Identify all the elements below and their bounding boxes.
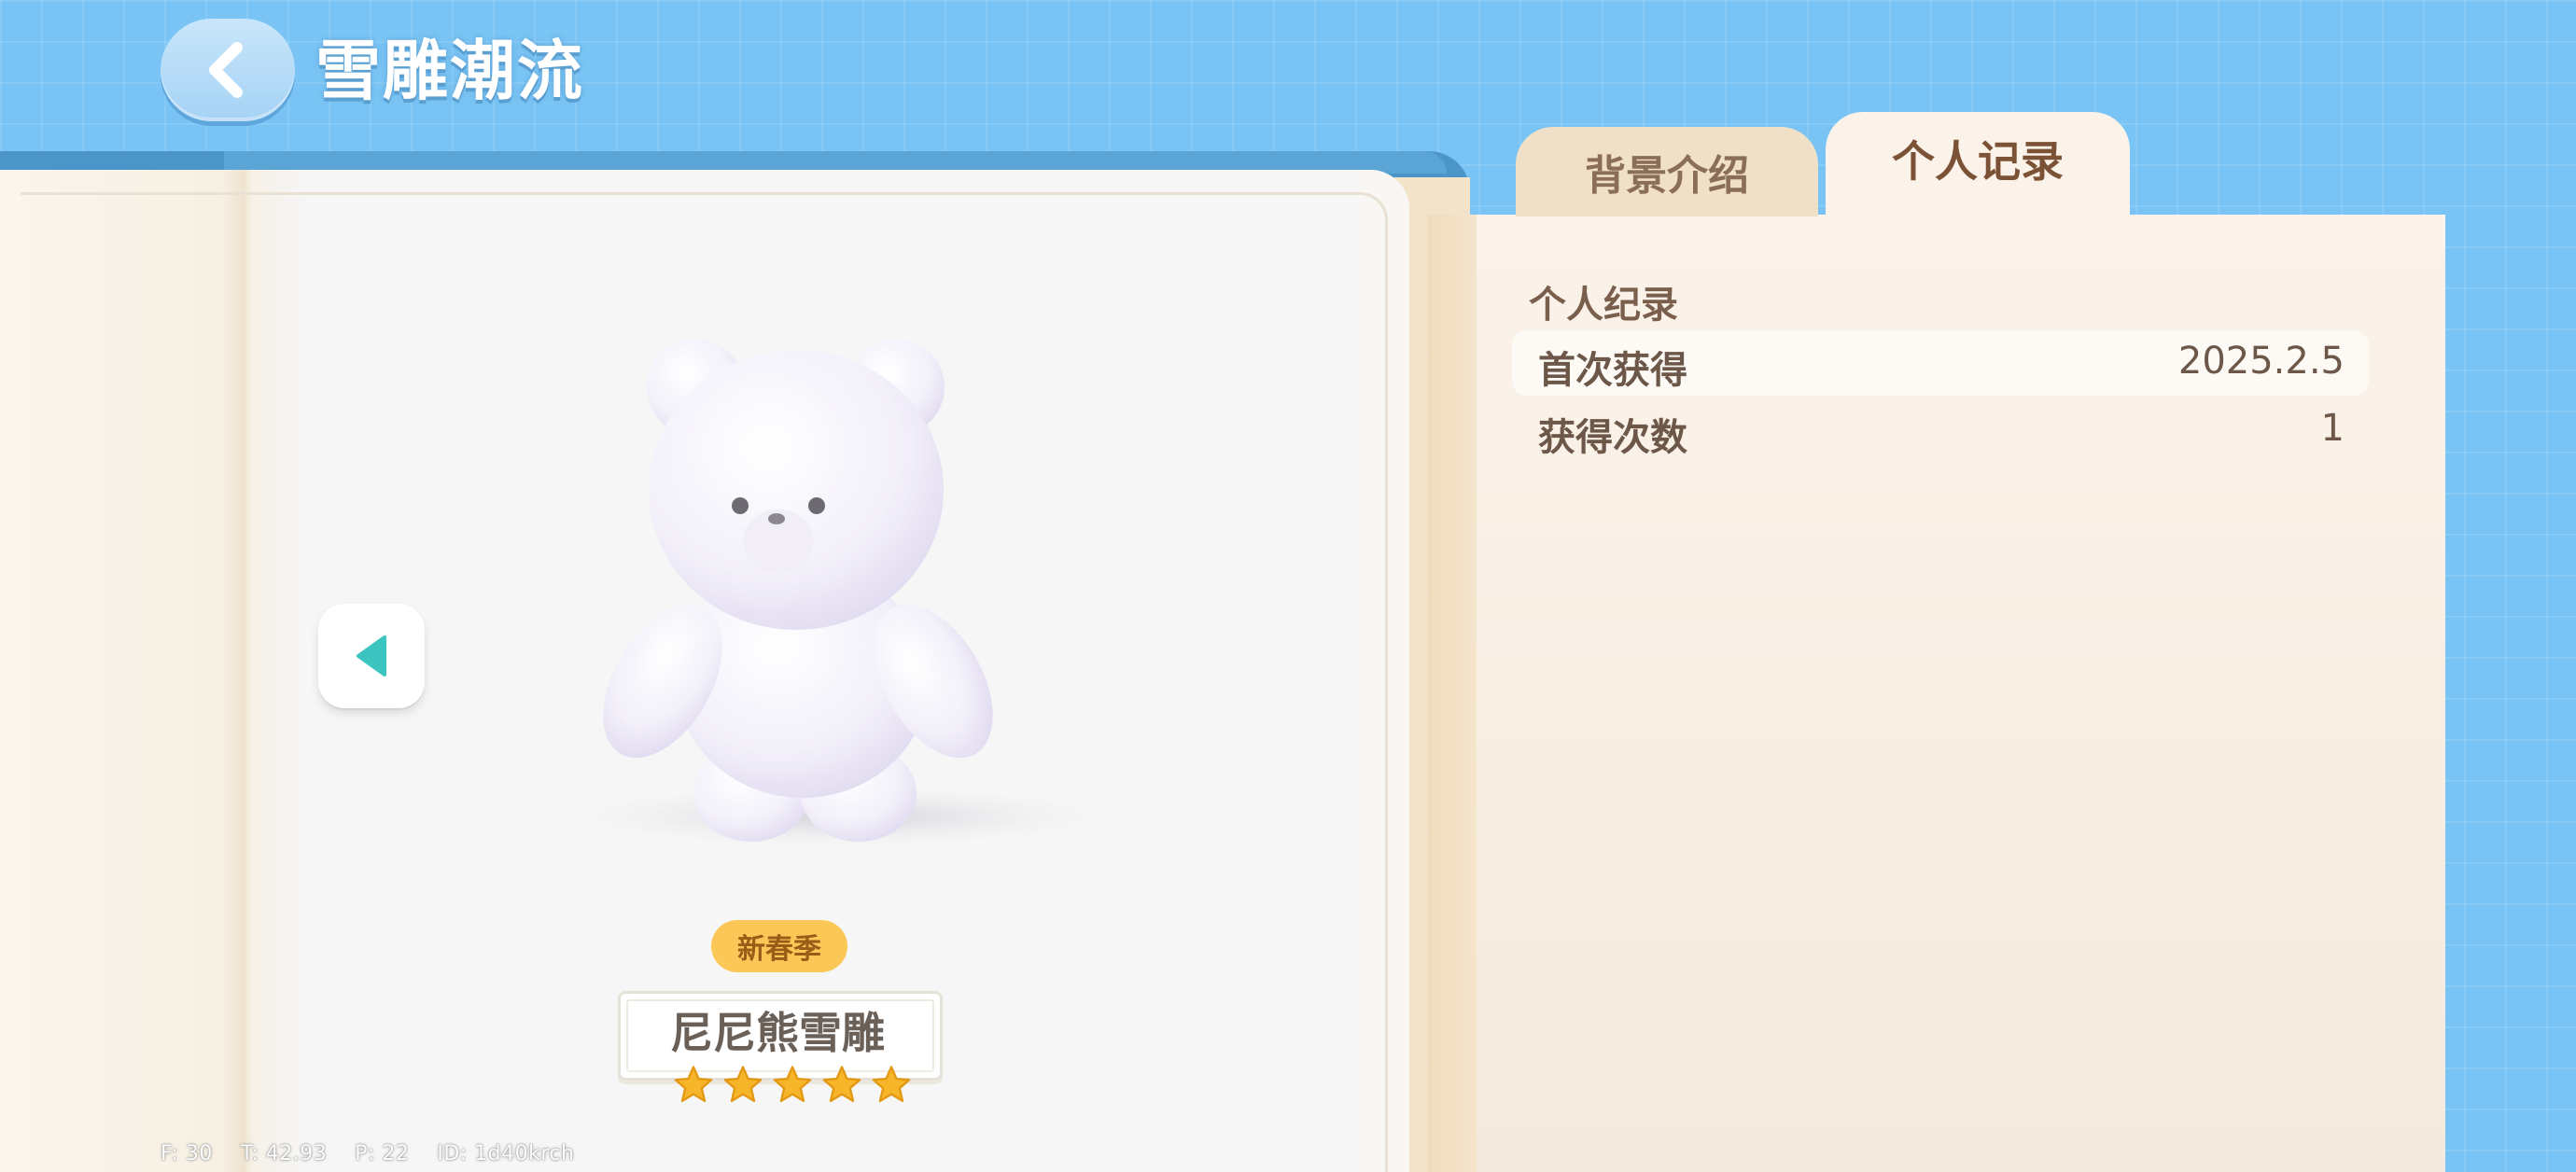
obtain-count-label: 获得次数 xyxy=(1538,416,1687,459)
debug-info: F: 30 T: 42.93 P: 22 ID: 1d40krch xyxy=(161,1142,575,1165)
back-button[interactable] xyxy=(161,19,295,121)
chevron-left-icon xyxy=(209,42,243,98)
star-icon xyxy=(723,1066,763,1103)
item-name: 尼尼熊雪雕 xyxy=(670,1008,885,1058)
previous-item-button[interactable] xyxy=(318,604,425,708)
page-title: 雪雕潮流 xyxy=(315,33,584,109)
rarity-stars xyxy=(672,1064,913,1110)
star-icon xyxy=(872,1066,911,1103)
first-obtained-label: 首次获得 xyxy=(1538,349,1687,392)
first-obtained-value: 2025.2.5 xyxy=(2177,340,2345,383)
obtain-count-value: 1 xyxy=(2320,407,2345,450)
star-icon xyxy=(822,1066,861,1103)
tab-background-intro[interactable]: 背景介绍 xyxy=(1516,127,1818,216)
star-icon xyxy=(773,1066,812,1103)
season-badge: 新春季 xyxy=(711,920,847,972)
star-icon xyxy=(674,1066,713,1103)
triangle-left-icon xyxy=(357,635,386,677)
snow-bear-sculpture xyxy=(579,339,1101,846)
record-heading: 个人纪录 xyxy=(1529,284,1678,327)
tab-personal-record[interactable]: 个人记录 xyxy=(1826,112,2130,216)
panel-edge xyxy=(1428,215,1477,1172)
